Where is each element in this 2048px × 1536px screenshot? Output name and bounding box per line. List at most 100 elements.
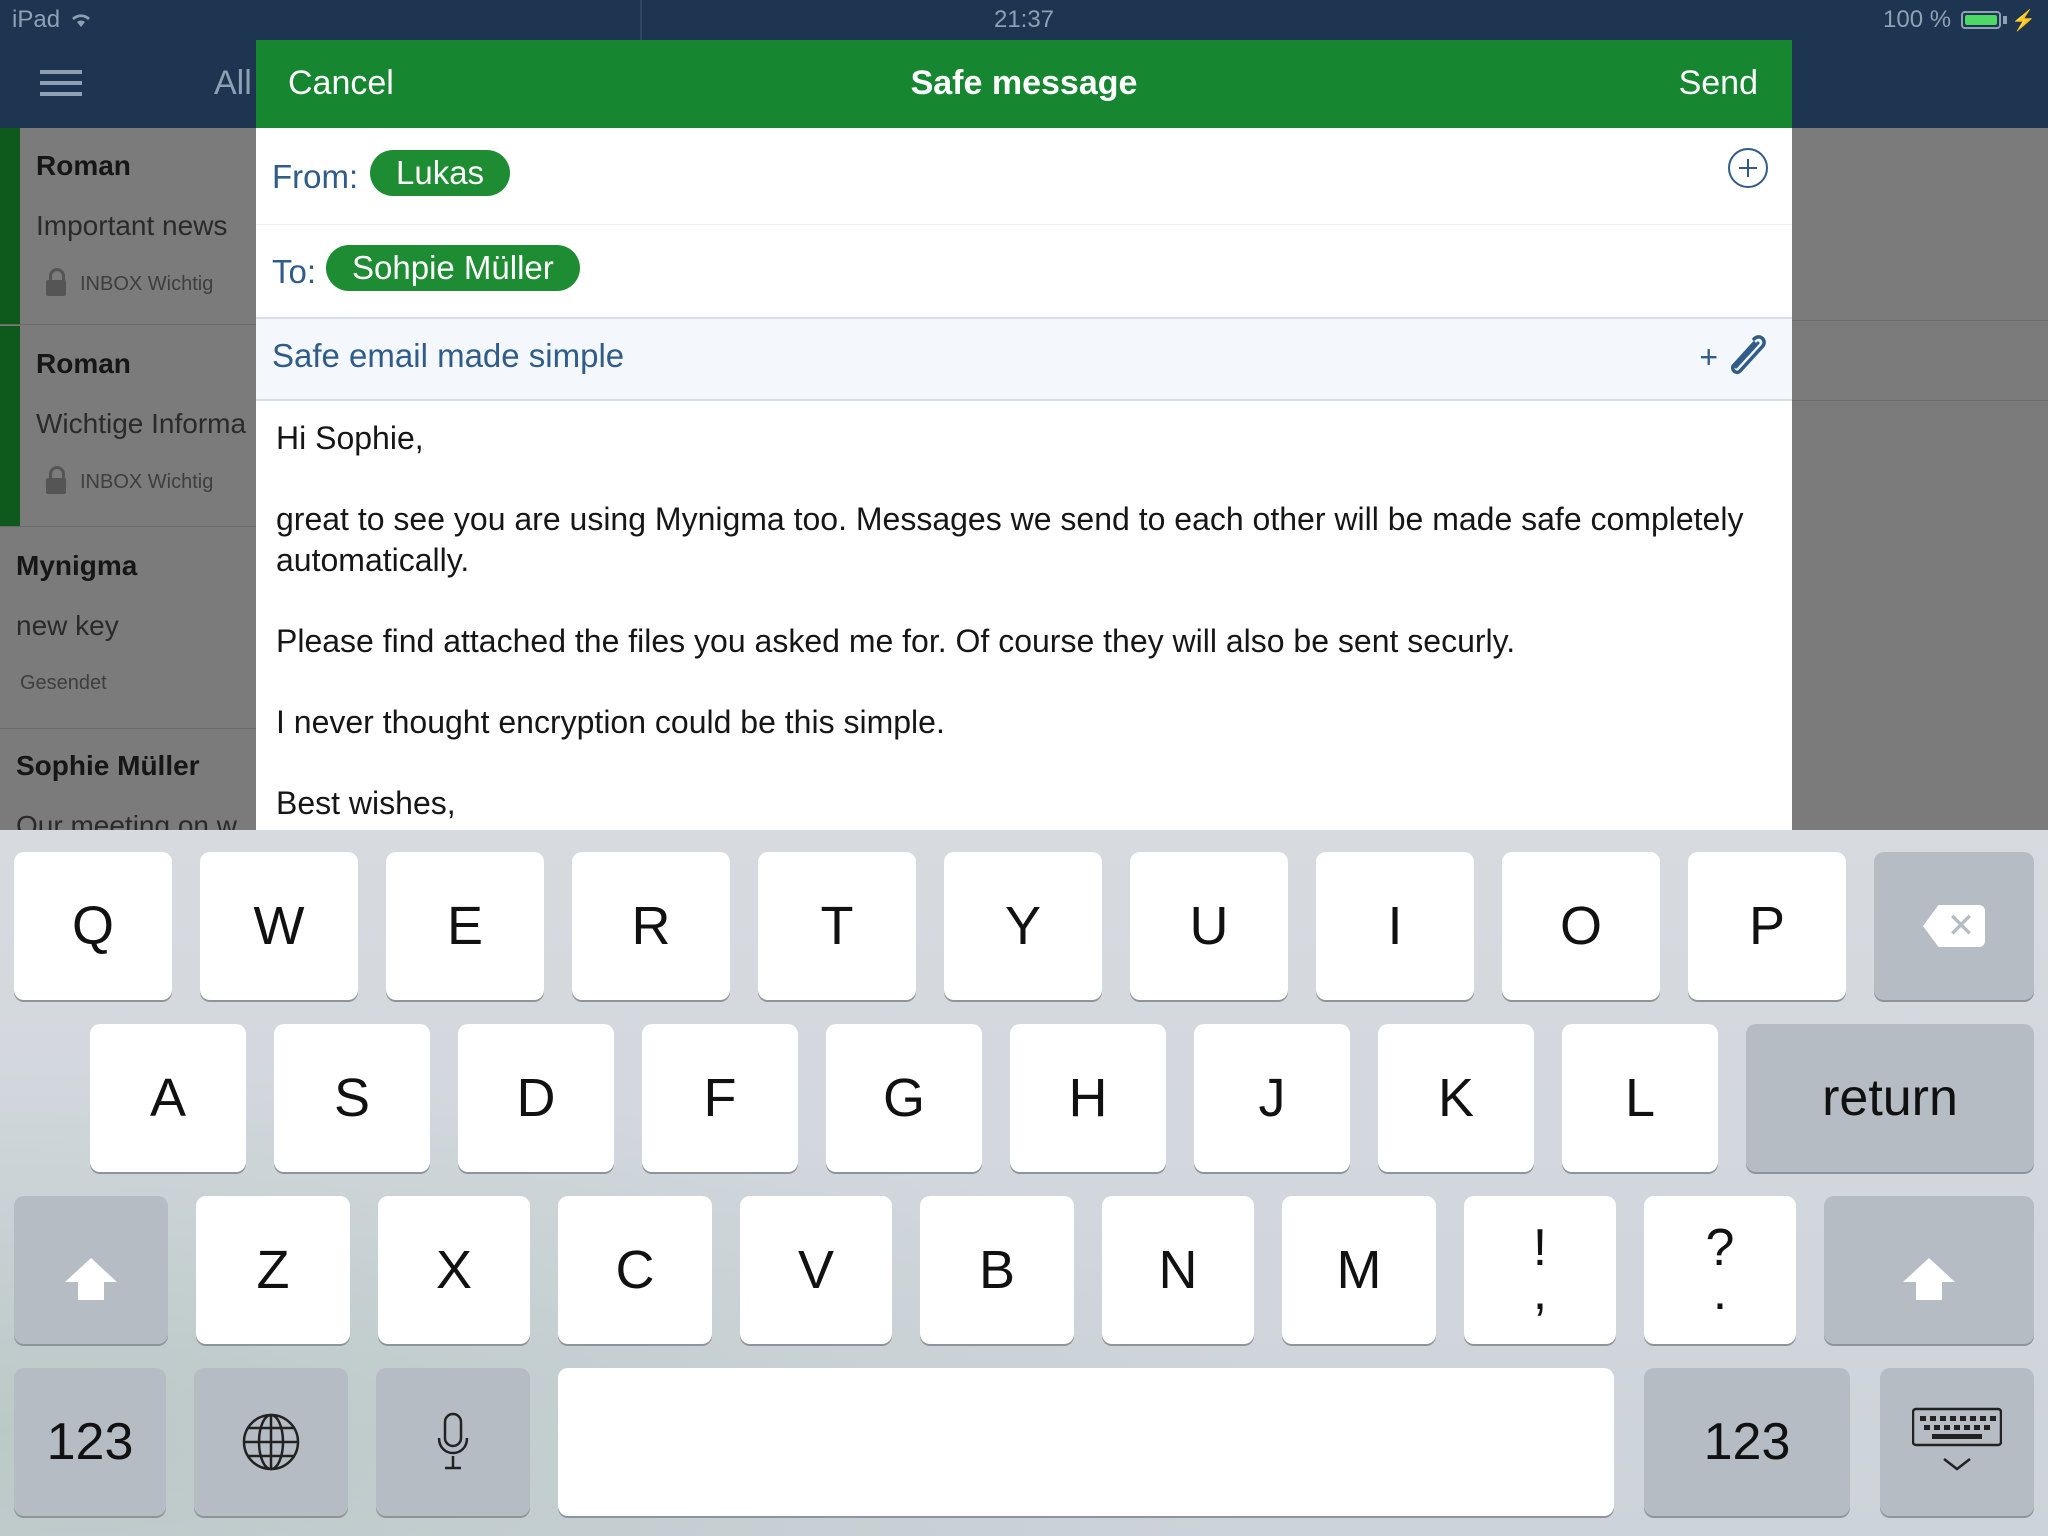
folder-label: INBOX Wichtig	[80, 272, 214, 295]
dictation-key[interactable]	[376, 1368, 530, 1516]
key-p[interactable]: P	[1688, 852, 1846, 1000]
globe-icon	[242, 1413, 300, 1471]
compose-header: Cancel Safe message Send	[256, 40, 1792, 128]
subject-field[interactable]: Safe email made simple	[272, 337, 624, 375]
return-key[interactable]: return	[1746, 1024, 2034, 1172]
charging-icon: ⚡	[2011, 9, 2036, 32]
keyboard-dismiss-icon	[1912, 1407, 2002, 1471]
message-subject: Wichtige Informa	[36, 408, 247, 439]
key-j[interactable]: J	[1194, 1024, 1350, 1172]
message-folder: Gesendet	[20, 672, 107, 695]
message-folder: INBOX Wichtig	[46, 466, 214, 494]
folder-label: INBOX Wichtig	[80, 470, 214, 493]
key-l[interactable]: L	[1562, 1024, 1718, 1172]
list-item[interactable]: Roman Important news INBOX Wichtig	[0, 128, 256, 324]
list-item[interactable]: Sophie Müller Our meeting on w	[0, 730, 256, 830]
unread-bar	[0, 326, 20, 526]
key-a[interactable]: A	[90, 1024, 246, 1172]
numbers-key-left[interactable]: 123	[14, 1368, 166, 1516]
list-item[interactable]: Mynigma new key Gesendet	[0, 528, 256, 728]
key-n[interactable]: N	[1102, 1196, 1254, 1344]
delete-key[interactable]: ✕	[1874, 852, 2034, 1000]
key-s[interactable]: S	[274, 1024, 430, 1172]
paperclip-icon	[1730, 335, 1766, 375]
divider	[0, 526, 256, 527]
subject-row[interactable]: Safe email made simple +	[256, 317, 1792, 401]
to-chip[interactable]: Sohpie Müller	[326, 245, 580, 291]
divider	[0, 324, 256, 325]
lock-icon	[46, 268, 66, 296]
space-bar[interactable]	[558, 1368, 1614, 1516]
shift-key-right[interactable]	[1824, 1196, 2034, 1344]
unread-bar	[0, 128, 20, 324]
shift-key-left[interactable]	[14, 1196, 168, 1344]
status-bar: iPad 21:37 100 % ⚡	[0, 0, 2048, 40]
folder-label: Gesendet	[20, 672, 107, 694]
status-right: 100 % ⚡	[1883, 6, 2036, 34]
key-b[interactable]: B	[920, 1196, 1074, 1344]
on-screen-keyboard: Q W E R T Y U I O P ✕ A S D F G H J K L …	[0, 830, 2048, 1536]
key-v[interactable]: V	[740, 1196, 892, 1344]
compose-title: Safe message	[910, 64, 1138, 102]
key-exclaim-comma[interactable]: !,	[1464, 1196, 1616, 1344]
globe-key[interactable]	[194, 1368, 348, 1516]
add-recipient-icon[interactable]	[1728, 148, 1768, 188]
to-label: To:	[272, 253, 317, 290]
status-time: 21:37	[993, 6, 1055, 33]
shift-icon	[1903, 1258, 1955, 1300]
key-k[interactable]: K	[1378, 1024, 1534, 1172]
compose-sheet: Cancel Safe message Send From: Lukas To:…	[256, 40, 1792, 830]
message-body[interactable]: Hi Sophie, great to see you are using My…	[276, 418, 1776, 824]
filter-all-label[interactable]: All	[214, 64, 252, 103]
add-attachment-button[interactable]: +	[1699, 333, 1768, 381]
body-greeting: Hi Sophie,	[276, 420, 424, 456]
key-c[interactable]: C	[558, 1196, 712, 1344]
message-subject: new key	[16, 610, 119, 641]
from-chip[interactable]: Lukas	[370, 150, 511, 196]
message-sender: Roman	[36, 150, 131, 181]
numbers-key-right[interactable]: 123	[1644, 1368, 1850, 1516]
message-subject: Our meeting on w	[16, 810, 237, 830]
battery-icon	[1961, 11, 2002, 29]
shift-icon	[65, 1258, 117, 1300]
dismiss-keyboard-key[interactable]	[1880, 1368, 2034, 1516]
dimmed-detail-area	[1792, 128, 2048, 830]
key-f[interactable]: F	[642, 1024, 798, 1172]
microphone-icon	[437, 1412, 469, 1470]
key-q[interactable]: Q	[14, 852, 172, 1000]
divider	[1792, 320, 2048, 321]
message-sender: Sophie Müller	[16, 750, 200, 781]
key-m[interactable]: M	[1282, 1196, 1436, 1344]
from-row[interactable]: From: Lukas	[256, 128, 1792, 225]
key-w[interactable]: W	[200, 852, 358, 1000]
message-sender: Mynigma	[16, 550, 138, 581]
to-row[interactable]: To: Sohpie Müller	[256, 225, 1792, 317]
from-label: From:	[272, 158, 359, 195]
battery-tip	[2003, 16, 2008, 24]
message-subject: Important news	[36, 210, 228, 241]
menu-icon[interactable]	[40, 70, 82, 96]
key-o[interactable]: O	[1502, 852, 1660, 1000]
key-d[interactable]: D	[458, 1024, 614, 1172]
key-r[interactable]: R	[572, 852, 730, 1000]
list-item[interactable]: Roman Wichtige Informa INBOX Wichtig	[0, 326, 256, 526]
key-x[interactable]: X	[378, 1196, 530, 1344]
key-y[interactable]: Y	[944, 852, 1102, 1000]
key-i[interactable]: I	[1316, 852, 1474, 1000]
battery-percent: 100 %	[1883, 6, 1952, 33]
message-sender: Roman	[36, 348, 131, 379]
delete-icon: ✕	[1923, 905, 1985, 947]
comma-glyph: ,	[1532, 1263, 1548, 1321]
send-button[interactable]: Send	[1679, 64, 1758, 103]
key-g[interactable]: G	[826, 1024, 982, 1172]
period-glyph: .	[1712, 1263, 1728, 1321]
lock-icon	[46, 466, 66, 494]
key-u[interactable]: U	[1130, 852, 1288, 1000]
key-z[interactable]: Z	[196, 1196, 350, 1344]
attach-plus: +	[1699, 338, 1718, 375]
key-question-period[interactable]: ?.	[1644, 1196, 1796, 1344]
key-h[interactable]: H	[1010, 1024, 1166, 1172]
key-t[interactable]: T	[758, 852, 916, 1000]
message-folder: INBOX Wichtig	[46, 268, 214, 296]
key-e[interactable]: E	[386, 852, 544, 1000]
